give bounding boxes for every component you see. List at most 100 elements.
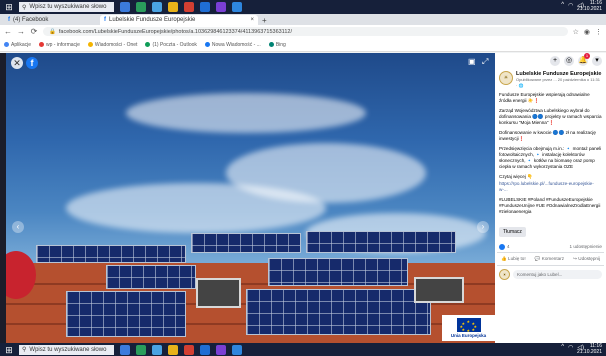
solar-panel [306,231,456,253]
fullscreen-icon[interactable]: ⤢ [482,57,488,67]
taskbar-app-icon[interactable] [200,2,210,12]
windows-start-icon[interactable]: ⊞ [3,2,15,12]
post-hashtags[interactable]: #LUBELSKIE #Poland #FunduszeEuropejskie … [499,197,602,215]
like-reaction-icon [499,244,505,250]
taskbar-app-icon[interactable] [136,2,146,12]
share-button[interactable]: ↪ Udostępnij [573,256,600,262]
bookmark-item[interactable]: Wiadomości - Onet [87,42,137,48]
bookmark-label: (1) Poczta - Outlook [152,41,197,48]
solar-panel [66,291,186,337]
next-photo-button[interactable]: › [477,221,489,233]
taskbar-clock[interactable]: 11:16 21.10.2021 [577,343,602,355]
post-paragraph: Przedsięwzięcia obejmują m.in.: 🔹 montaż… [499,146,602,169]
address-row: ← → ⟳ 🔒 facebook.com/LubelskieFunduszeEu… [0,25,606,38]
facebook-favicon-icon: f [104,17,106,23]
reload-icon[interactable]: ⟳ [30,27,38,36]
taskbar-app-icon[interactable] [168,344,178,355]
tab-facebook[interactable]: f (4) Facebook [4,15,100,25]
taskbar-app-icon[interactable] [120,2,130,12]
clock-date: 21.10.2021 [576,6,602,12]
tag-icon[interactable]: ▣ [468,57,476,66]
taskbar-clock[interactable]: 11:16 21.10.2021 [577,0,602,12]
page-avatar[interactable]: ☀ [499,71,513,85]
bookmark-label: wp - informacje [46,41,80,48]
share-count[interactable]: 1 udostępnienie [570,244,602,250]
taskbar-bottom: ⊞ ⚲ Wpisz tu wyszukiwane słowo ^ ◠ ◁) 11… [0,343,606,356]
share-label: Udostępnij [578,256,600,261]
bookmark-item[interactable]: Aplikacje [4,42,31,48]
apps-icon [4,42,9,47]
comment-composer: ☀ Komentuj jako Lubel... [495,266,606,283]
post-paragraph: Dofinansowanie w kwocie 🔵🔵 zł na realiza… [499,130,596,141]
taskbar-app-icon[interactable] [232,2,242,12]
eu-flag-icon: ★ ★ ★ ★ ★ ★ ★ ★ [456,318,481,333]
notification-badge: 1 [584,53,590,59]
new-tab-button[interactable]: + [258,16,271,25]
bing-icon [268,42,274,47]
network-icon[interactable]: ◠ [568,2,573,9]
address-bar[interactable]: 🔒 facebook.com/LubelskieFunduszeEuropejs… [43,27,568,36]
translate-button[interactable]: Tłumacz [499,227,526,237]
messenger-icon[interactable]: ◎ [564,55,574,66]
taskbar-app-icon[interactable] [120,344,130,355]
like-label: Lubię to! [508,256,526,261]
post-paragraph: Czytaj więcej 👇 [499,174,533,179]
comment-button[interactable]: 💬 Komentarz [535,256,564,262]
taskbar-app-icon[interactable] [136,344,146,355]
taskbar-app-icon[interactable] [200,344,210,355]
tab-lubelskie[interactable]: f Lubelskie Fundusze Europejskie × [100,15,258,25]
taskbar-app-icon[interactable] [216,344,226,355]
like-button[interactable]: 👍 Lubię to! [501,256,526,262]
tab-strip: f (4) Facebook f Lubelskie Fundusze Euro… [0,14,606,25]
facebook-favicon-icon: f [8,17,10,23]
star-icon[interactable]: ☆ [573,28,579,36]
comment-input[interactable]: Komentuj jako Lubel... [513,270,602,279]
taskbar-search-input[interactable]: ⚲ Wpisz tu wyszukiwane słowo [19,344,114,355]
bookmark-item[interactable]: (1) Poczta - Outlook [145,41,197,48]
commenter-avatar: ☀ [499,269,510,280]
eu-logo: ★ ★ ★ ★ ★ ★ ★ ★ Unia Europejska [442,315,495,341]
search-icon: ⚲ [22,347,27,353]
roof-window [196,278,241,308]
lock-icon: 🔒 [49,28,56,35]
taskbar-app-icon[interactable] [184,344,194,355]
bookmark-item[interactable]: Nowa Wiadomość - ... [204,42,261,48]
taskbar-app-icon[interactable] [152,344,162,355]
post-link[interactable]: https://rpo.lubelskie.pl/...fundusze-eur… [499,181,602,193]
taskbar-top: ⊞ ⚲ Wpisz tu wyszukiwane słowo ^ ◠ ◁) 11… [0,0,606,14]
forward-icon[interactable]: → [17,27,25,36]
taskbar-app-icon[interactable] [216,2,226,12]
back-icon[interactable]: ← [4,27,12,36]
taskbar-app-icon[interactable] [184,2,194,12]
profile-icon[interactable]: ◉ [584,28,590,36]
search-icon: ⚲ [22,4,27,11]
close-icon[interactable]: × [250,17,254,23]
previous-photo-button[interactable]: ‹ [12,221,24,233]
account-menu-icon[interactable]: ▾ [592,55,602,66]
notifications-icon[interactable]: 🔔 1 [578,53,590,66]
taskbar-app-icon[interactable] [168,2,178,12]
bookmark-item[interactable]: wp - informacje [39,42,80,48]
close-viewer-button[interactable]: ✕ [11,57,23,69]
chevron-up-icon[interactable]: ^ [561,344,564,351]
bookmark-item[interactable]: Bing [268,42,286,48]
comment-placeholder: Komentuj jako Lubel... [517,272,563,277]
more-options-icon[interactable]: ··· [596,71,602,77]
post-body: Fundusze Europejskie wspierają odnawialn… [495,91,606,220]
cloud [126,93,366,133]
photo-viewer: ✕ f ▣ ⤢ ‹ › ★ ★ ★ ★ ★ ★ ★ ★ Unia Europejska [6,53,495,343]
reaction-summary[interactable]: 4 [499,244,510,250]
taskbar-app-icon[interactable] [152,2,162,12]
create-icon[interactable]: + [550,55,560,66]
taskbar-search-input[interactable]: ⚲ Wpisz tu wyszukiwane słowo [19,2,114,12]
taskbar-app-icon[interactable] [232,344,242,355]
menu-dots-icon[interactable]: ⋮ [595,28,602,36]
url-text: facebook.com/LubelskieFunduszeEuropejski… [58,28,292,35]
share-icon: ↪ [573,256,577,261]
network-icon[interactable]: ◠ [568,344,573,351]
post-header: ☀ Lubelskie Fundusze Europejskie Opublik… [495,68,606,91]
chevron-up-icon[interactable]: ^ [561,2,564,9]
windows-start-icon[interactable]: ⊞ [3,345,15,355]
facebook-logo-icon[interactable]: f [26,57,38,69]
taskbar-apps [120,344,242,355]
